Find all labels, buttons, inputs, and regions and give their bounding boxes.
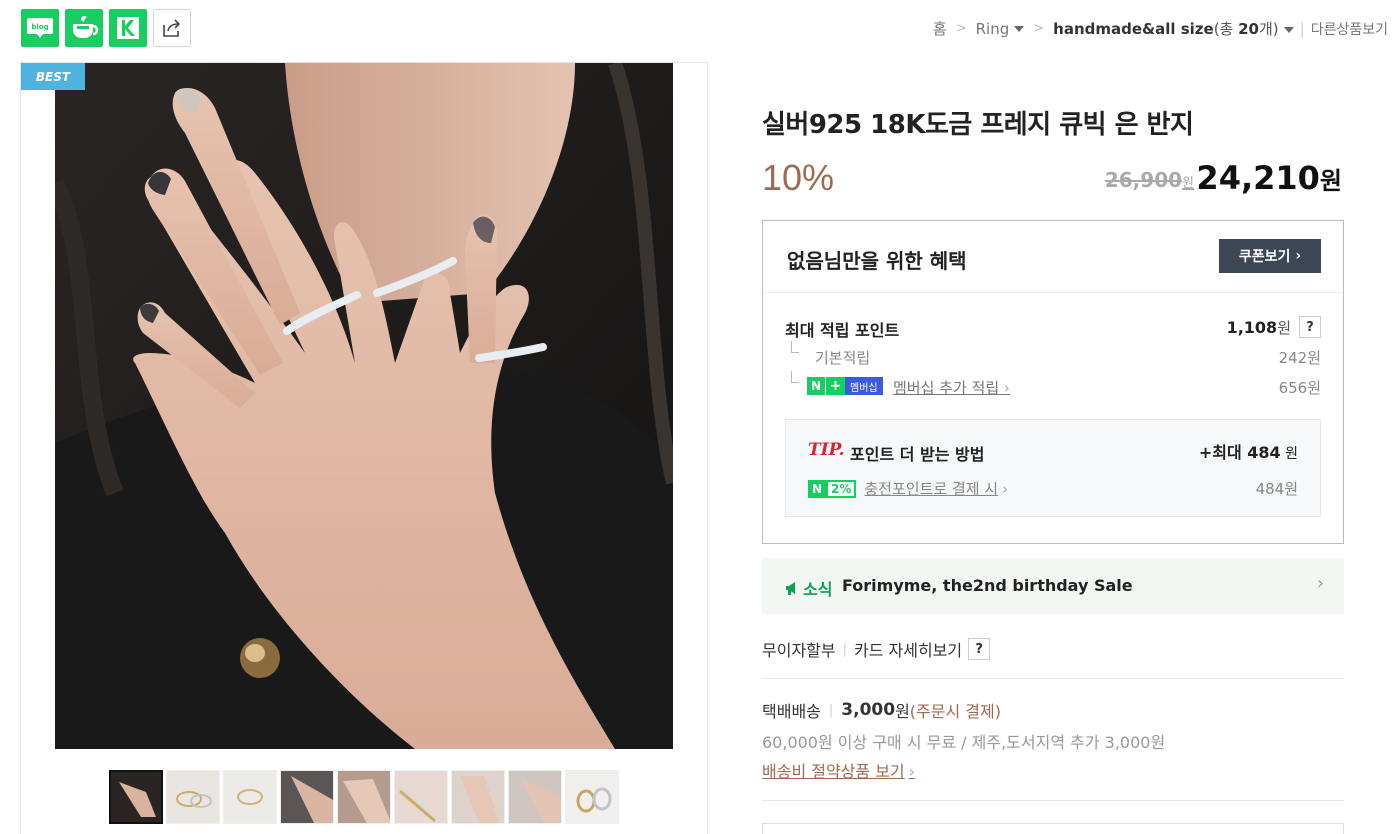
- thumbnail-1[interactable]: [109, 770, 163, 824]
- naver-cafe-icon[interactable]: [65, 9, 103, 47]
- chevron-right-icon: ›: [1003, 379, 1010, 397]
- option-box: [762, 823, 1344, 834]
- product-image-panel: BEST: [20, 62, 708, 834]
- thumbnail-3[interactable]: [223, 770, 277, 824]
- tip-text: 포인트 더 받는 방법: [850, 445, 985, 464]
- main-product-photo[interactable]: [55, 63, 673, 749]
- news-banner[interactable]: 소식 Forimyme, the2nd birthday Sale ›: [762, 558, 1344, 614]
- chevron-right-icon: ›: [1316, 573, 1324, 594]
- chevron-down-icon: [1014, 26, 1025, 32]
- shipping-method: 택배배송: [762, 702, 821, 721]
- installment-label: 무이자할부: [762, 641, 836, 660]
- card-detail-link[interactable]: 카드 자세히보기: [854, 637, 962, 661]
- installment-row: 무이자할부 | 카드 자세히보기 ?: [762, 637, 991, 661]
- basic-points-label: 기본적립: [815, 349, 871, 367]
- tip-box: TIP. 포인트 더 받는 방법 +최대 484 원 N 2% 충전포인트로 결제…: [785, 419, 1321, 517]
- tree-line: [791, 371, 799, 383]
- max-points-label: 최대 적립 포인트: [785, 321, 900, 340]
- benefit-header: 없음님만을 위한 혜택 쿠폰보기 ›: [763, 221, 1343, 293]
- basic-points-value: 242원: [1278, 349, 1321, 367]
- breadcrumb-separator: >: [1033, 21, 1045, 36]
- benefit-box: 없음님만을 위한 혜택 쿠폰보기 › 최대 적립 포인트 1,108원 ? 기본적…: [762, 220, 1344, 544]
- thumbnail-4[interactable]: [280, 770, 334, 824]
- breadcrumb-home[interactable]: 홈: [933, 18, 947, 39]
- help-icon[interactable]: ?: [968, 638, 991, 660]
- shipping-condition: (주문시 결제): [909, 702, 1001, 721]
- tree-line: [791, 341, 799, 353]
- divider: |: [828, 702, 834, 718]
- free-shipping-condition: 60,000원 이상 구매 시 무료 / 제주,도서지역 추가 3,000원: [762, 733, 1166, 752]
- charge-point-row: N 2% 충전포인트로 결제 시 ›: [808, 478, 1008, 499]
- news-text: Forimyme, the2nd birthday Sale: [842, 576, 1133, 595]
- shipping-saving-link[interactable]: 배송비 절약상품 보기 ›: [762, 758, 915, 782]
- discount-rate: 10%: [762, 157, 835, 198]
- breadcrumb-category[interactable]: Ring: [976, 20, 1025, 38]
- sale-price: 24,210원: [1196, 159, 1342, 197]
- max-points-row: 최대 적립 포인트 1,108원 ?: [785, 316, 1321, 341]
- divider: |: [1299, 19, 1305, 38]
- shipping-row: 택배배송 | 3,000 원 (주문시 결제): [762, 698, 1001, 722]
- thumbnail-6[interactable]: [394, 770, 448, 824]
- breadcrumb-separator: >: [955, 21, 967, 36]
- benefit-title: 없음님만을 위한 혜택: [787, 249, 967, 273]
- megaphone-icon: [786, 582, 795, 595]
- chevron-right-icon: ›: [1002, 479, 1009, 498]
- shipping-fee: 3,000: [841, 700, 896, 720]
- share-icons: blog: [21, 9, 191, 47]
- naver-pay-2pct-badge: N 2%: [808, 479, 857, 498]
- help-icon[interactable]: ?: [1299, 316, 1321, 338]
- top-bar: blog 홈 > Ring > handmade&all size(총 20개)…: [0, 0, 1398, 62]
- divider: [762, 678, 1344, 679]
- tip-max-points: +최대 484 원: [1198, 443, 1298, 462]
- shipping-fee-unit: 원: [895, 702, 910, 721]
- share-icon[interactable]: [153, 9, 191, 47]
- breadcrumb: 홈 > Ring > handmade&all size(총 20개) | 다른…: [933, 18, 1388, 39]
- charge-point-link[interactable]: 충전포인트로 결제 시: [864, 478, 998, 499]
- membership-link[interactable]: 멤버십 추가 적립 ›: [893, 377, 1010, 398]
- coupon-button[interactable]: 쿠폰보기 ›: [1219, 239, 1321, 273]
- tip-label: TIP.: [808, 440, 845, 460]
- original-price: 26,900원: [1104, 168, 1194, 192]
- membership-points-value: 656원: [1278, 379, 1321, 397]
- divider: [762, 800, 1344, 801]
- thumbnail-7[interactable]: [451, 770, 505, 824]
- thumbnail-strip: [109, 770, 619, 824]
- chevron-right-icon: ›: [1295, 248, 1302, 264]
- thumbnail-2[interactable]: [166, 770, 220, 824]
- k-icon[interactable]: [109, 9, 147, 47]
- charge-point-value: 484원: [1255, 480, 1298, 498]
- product-title: 실버925 18K도금 프레지 큐빅 은 반지: [762, 110, 1194, 140]
- news-label: 소식: [784, 576, 832, 600]
- other-products-link[interactable]: 다른상품보기: [1311, 19, 1388, 39]
- chevron-down-icon: [1283, 26, 1294, 33]
- svg-text:blog: blog: [31, 23, 48, 31]
- naver-blog-icon[interactable]: blog: [21, 9, 59, 47]
- chevron-right-icon: ›: [908, 762, 916, 781]
- max-points-value: 1,108원: [1226, 318, 1291, 337]
- naver-plus-membership-badge: N + 멤버십: [807, 377, 883, 395]
- best-badge: BEST: [21, 63, 85, 90]
- divider: |: [842, 641, 847, 657]
- breadcrumb-subcategory[interactable]: handmade&all size(총 20개): [1053, 18, 1294, 39]
- thumbnail-5[interactable]: [337, 770, 391, 824]
- thumbnail-8[interactable]: [508, 770, 562, 824]
- thumbnail-9[interactable]: [565, 770, 619, 824]
